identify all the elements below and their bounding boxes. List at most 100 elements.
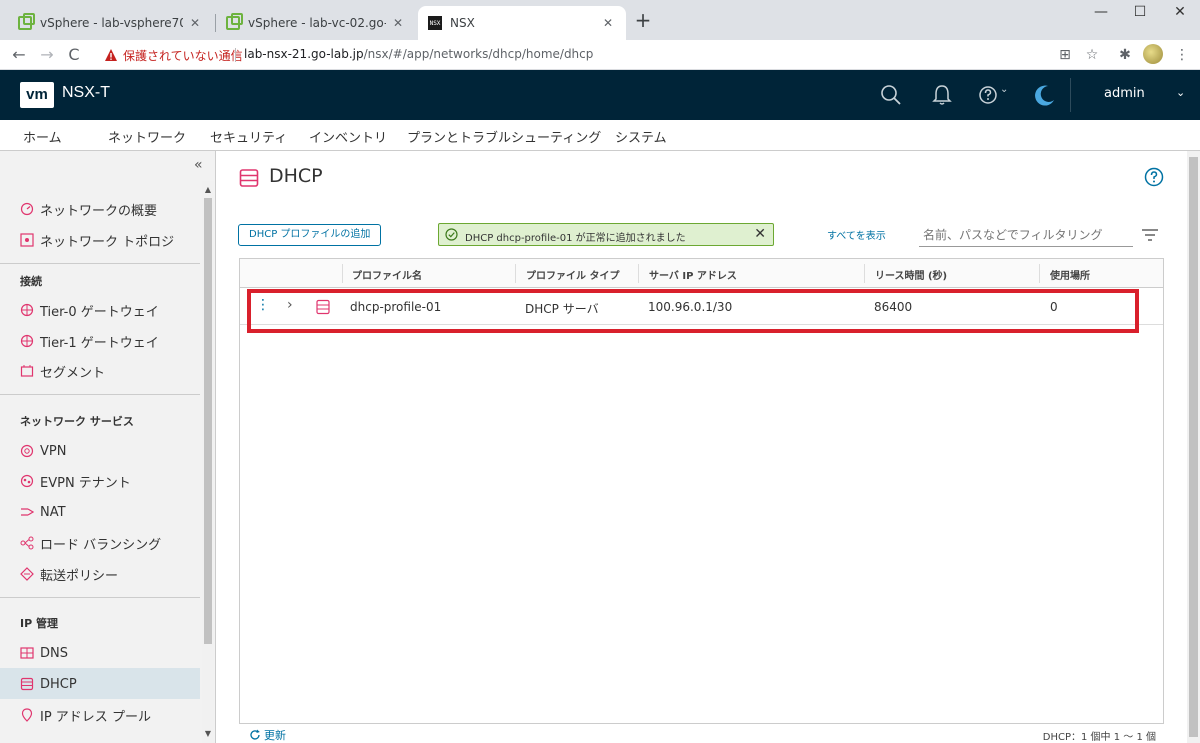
column-separator [1039, 264, 1040, 283]
minimize-button[interactable]: — [1086, 4, 1116, 24]
column-separator [638, 264, 639, 283]
sidebar-item-label: IP アドレス プール [40, 709, 151, 725]
nat-icon [21, 508, 34, 516]
app-name: NSX-T [62, 84, 110, 101]
close-tab-icon[interactable]: ✕ [390, 16, 406, 30]
column-header-profile-type[interactable]: プロファイル タイプ [526, 267, 619, 282]
translate-icon[interactable]: ⊞ [1055, 45, 1075, 65]
sidebar-item-dns[interactable]: DNS [20, 642, 68, 664]
refresh-button[interactable]: 更新 [249, 727, 286, 743]
vpn-icon [20, 444, 34, 458]
new-tab-button[interactable]: + [632, 10, 654, 32]
security-warning[interactable]: 保護されていない通信 [123, 47, 243, 64]
vmware-logo: vm [20, 82, 54, 108]
sidebar-item-segments[interactable]: セグメント [20, 360, 105, 382]
column-header-lease-time[interactable]: リース時間 (秒) [875, 267, 947, 282]
ip-pool-icon [21, 708, 33, 722]
chevron-down-icon: ⌄ [1000, 84, 1009, 95]
filter-input[interactable] [919, 223, 1133, 247]
sidebar-item-network-overview[interactable]: ネットワークの概要 [20, 198, 157, 220]
sidebar-item-label: Tier-1 ゲートウェイ [40, 335, 159, 351]
window-close-button[interactable]: ✕ [1165, 4, 1195, 24]
show-all-link[interactable]: すべてを表示 [827, 227, 886, 242]
filter-menu-icon[interactable] [1141, 228, 1159, 242]
nsx-icon: NSX [428, 16, 442, 30]
sidebar-item-label: DHCP [40, 676, 77, 692]
sidebar-section-ip-management: IP 管理 [20, 617, 58, 630]
extensions-icon[interactable]: ✱ [1115, 45, 1135, 65]
chevron-down-icon[interactable]: ⌄ [1176, 86, 1185, 99]
url-host: lab-nsx-21.go-lab.jp [244, 47, 364, 61]
scroll-up-icon[interactable]: ▲ [203, 185, 213, 194]
user-menu[interactable]: admin [1104, 86, 1145, 101]
close-alert-icon[interactable]: ✕ [754, 226, 766, 242]
reload-button[interactable]: C [63, 44, 85, 66]
bookmark-star-icon[interactable]: ☆ [1082, 45, 1102, 65]
segment-icon [20, 365, 34, 377]
sidebar-item-evpn-tenant[interactable]: EVPN テナント [20, 470, 131, 492]
sidebar-item-label: DNS [40, 645, 68, 661]
close-tab-icon[interactable]: ✕ [187, 16, 203, 30]
sidebar-section-connectivity: 接続 [20, 275, 42, 288]
sidebar-item-network-topology[interactable]: ネットワーク トポロジ [20, 229, 174, 251]
browser-tab-3[interactable]: NSX NSX ✕ [418, 6, 626, 40]
sidebar-item-dhcp[interactable]: DHCP [20, 673, 77, 695]
load-balancer-icon [20, 536, 34, 550]
sidebar-item-ip-address-pool[interactable]: IP アドレス プール [20, 704, 151, 726]
forward-button[interactable]: → [36, 44, 58, 66]
add-dhcp-profile-button[interactable]: DHCP プロファイルの追加 [238, 224, 382, 246]
bell-icon[interactable] [929, 82, 955, 108]
tab-inventory[interactable]: インベントリ [309, 127, 387, 152]
sidebar-item-label: Tier-0 ゲートウェイ [40, 304, 159, 320]
main-content: DHCP DHCP プロファイルの追加 DHCP dhcp-profile-01… [217, 151, 1200, 743]
browser-menu-icon[interactable]: ⋮ [1172, 45, 1192, 65]
sidebar-divider [0, 597, 200, 598]
sidebar-item-nat[interactable]: NAT [20, 501, 66, 523]
moon-icon[interactable] [1032, 82, 1058, 108]
sidebar-section-network-services: ネットワーク サービス [20, 415, 134, 428]
column-header-server-ip[interactable]: サーバ IP アドレス [649, 267, 737, 282]
browser-tab-2[interactable]: vSphere - lab-vc-02.go-lab.jp - U ✕ [216, 6, 416, 40]
collapse-sidebar-icon[interactable]: « [194, 157, 203, 173]
column-header-profile-name[interactable]: プロファイル名 [352, 267, 422, 282]
evpn-icon [20, 474, 34, 488]
app-header: vm NSX-T ⌄ admin ⌄ [0, 70, 1200, 120]
address-bar: ← → C 保護されていない通信 lab-nsx-21.go-lab.jp/ns… [0, 40, 1200, 70]
column-separator [515, 264, 516, 283]
tier1-gateway-icon [20, 334, 34, 348]
browser-tabstrip: vSphere - lab-vsphere70-02-nsxt ✕ vSpher… [0, 0, 1200, 40]
sidebar-item-label: ロード バランシング [40, 537, 162, 553]
back-button[interactable]: ← [8, 44, 30, 66]
main-scrollbar-thumb[interactable] [1189, 157, 1198, 737]
check-circle-icon [445, 228, 458, 241]
tab-system[interactable]: システム [615, 127, 667, 152]
table-footer: 更新 DHCP：1 個中 1 ～ 1 個 [239, 723, 1164, 743]
profile-avatar[interactable] [1143, 44, 1163, 64]
help-icon[interactable] [1144, 167, 1164, 187]
maximize-button[interactable]: ☐ [1125, 4, 1155, 24]
sidebar-item-label: ネットワーク トポロジ [40, 234, 175, 250]
column-header-where-used[interactable]: 使用場所 [1050, 267, 1090, 282]
search-icon[interactable] [878, 82, 904, 108]
tab-home[interactable]: ホーム [23, 127, 62, 152]
column-separator [342, 264, 343, 283]
sidebar-scrollbar-thumb[interactable] [204, 198, 212, 644]
sidebar-item-tier0-gateway[interactable]: Tier-0 ゲートウェイ [20, 299, 159, 321]
sidebar-item-load-balancing[interactable]: ロード バランシング [20, 532, 161, 554]
tab-security[interactable]: セキュリティ [210, 127, 287, 152]
warning-icon[interactable] [104, 48, 118, 62]
alert-message: DHCP dhcp-profile-01 が正常に追加されました [465, 233, 686, 244]
url-field[interactable]: lab-nsx-21.go-lab.jp/nsx/#/app/networks/… [244, 47, 593, 61]
browser-tab-1[interactable]: vSphere - lab-vsphere70-02-nsxt ✕ [8, 6, 213, 40]
scroll-down-icon[interactable]: ▼ [203, 729, 213, 738]
sidebar-item-forwarding-policy[interactable]: 転送ポリシー [20, 563, 118, 585]
sidebar-item-vpn[interactable]: VPN [20, 440, 66, 462]
dhcp-icon [20, 677, 34, 691]
sidebar-item-tier1-gateway[interactable]: Tier-1 ゲートウェイ [20, 330, 159, 352]
help-menu-icon[interactable] [976, 82, 1002, 108]
tab-title: vSphere - lab-vc-02.go-lab.jp - U [248, 16, 386, 30]
close-tab-icon[interactable]: ✕ [600, 16, 616, 30]
url-path: /nsx/#/app/networks/dhcp/home/dhcp [363, 47, 594, 61]
tab-plan-troubleshoot[interactable]: プランとトラブルシューティング [407, 127, 601, 152]
pagination-count: DHCP：1 個中 1 ～ 1 個 [1042, 732, 1156, 743]
